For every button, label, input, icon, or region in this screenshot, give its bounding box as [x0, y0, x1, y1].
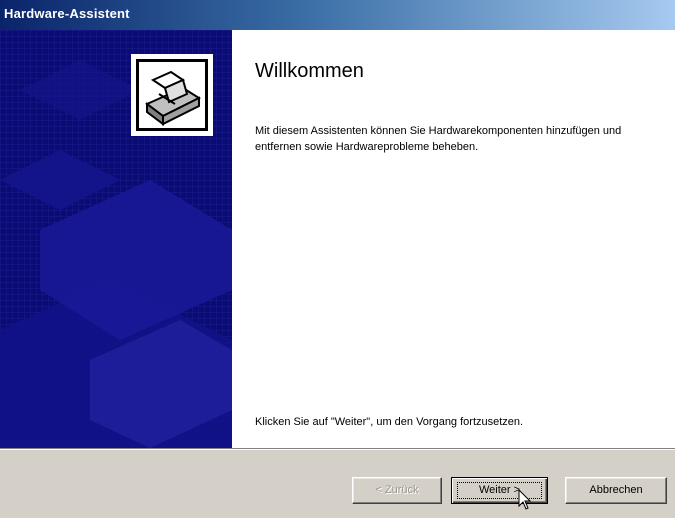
- cancel-button[interactable]: Abbrechen: [565, 477, 667, 504]
- wizard-description: Mit diesem Assistenten können Sie Hardwa…: [255, 125, 622, 153]
- wizard-window: Hardware-Assistent Willkommen Mit diesem…: [0, 0, 675, 518]
- back-button-label: < Zurück: [375, 484, 419, 496]
- mouse-pointer-icon: [518, 488, 532, 511]
- cancel-button-label: Abbrechen: [589, 484, 643, 496]
- continue-hint: Klicken Sie auf "Weiter", um den Vorgang…: [255, 416, 524, 428]
- button-separator: [0, 448, 675, 450]
- title-bar[interactable]: Hardware-Assistent: [0, 0, 675, 30]
- wizard-side-panel: [0, 30, 232, 448]
- page-title: Willkommen: [255, 60, 364, 82]
- next-button[interactable]: Weiter >: [451, 477, 548, 504]
- wizard-content: Willkommen Mit diesem Assistenten können…: [232, 30, 675, 448]
- back-button[interactable]: < Zurück: [352, 477, 442, 504]
- window-title: Hardware-Assistent: [4, 6, 130, 21]
- hardware-wizard-icon: [131, 54, 213, 136]
